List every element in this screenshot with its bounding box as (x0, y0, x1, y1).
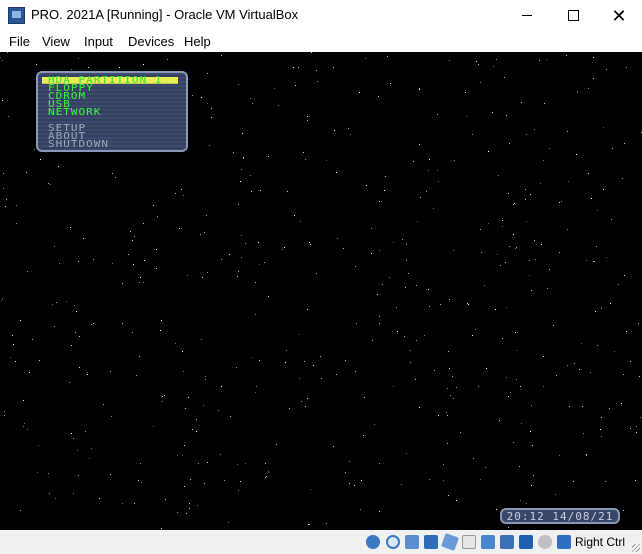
menu-view[interactable]: View (42, 34, 70, 49)
menu-file[interactable]: File (9, 34, 30, 49)
close-icon: ✕ (611, 5, 627, 26)
usb-icon[interactable] (441, 533, 459, 551)
virtualization-icon[interactable] (519, 535, 533, 549)
shared-folders-icon[interactable] (462, 535, 476, 549)
display-icon[interactable] (481, 535, 495, 549)
maximize-icon (567, 10, 579, 21)
vm-display[interactable]: HDA PARTITION 1 FLOPPY CDROM USB NETWORK… (0, 52, 642, 530)
close-button[interactable]: ✕ (596, 0, 642, 31)
virtualbox-icon (8, 7, 25, 24)
menu-bar: File View Input Devices Help (0, 31, 642, 52)
maximize-button[interactable] (550, 0, 596, 31)
menu-input[interactable]: Input (84, 34, 113, 49)
host-key-label[interactable]: Right Ctrl (575, 535, 625, 549)
status-bar: Right Ctrl (0, 530, 642, 554)
boot-item-network[interactable]: NETWORK (48, 107, 101, 116)
minimize-button[interactable] (504, 0, 550, 31)
menu-help[interactable]: Help (184, 34, 211, 49)
minimize-icon (522, 15, 532, 16)
title-bar: PRO. 2021A [Running] - Oracle VM Virtual… (0, 0, 642, 31)
window-title: PRO. 2021A [Running] - Oracle VM Virtual… (31, 7, 299, 22)
network-icon[interactable] (424, 535, 438, 549)
video-capture-icon[interactable] (500, 535, 514, 549)
boot-menu-panel: HDA PARTITION 1 FLOPPY CDROM USB NETWORK… (36, 71, 188, 152)
hard-disk-icon[interactable] (366, 535, 380, 549)
keyboard-icon[interactable] (557, 535, 571, 549)
mouse-integration-icon[interactable] (538, 535, 552, 549)
boot-item-shutdown[interactable]: SHUTDOWN (48, 139, 109, 148)
resize-grip-icon[interactable] (632, 544, 640, 552)
menu-devices[interactable]: Devices (128, 34, 174, 49)
boot-clock: 20:12 14/08/21 (500, 508, 620, 524)
optical-drive-icon[interactable] (386, 535, 400, 549)
audio-icon[interactable] (405, 535, 419, 549)
